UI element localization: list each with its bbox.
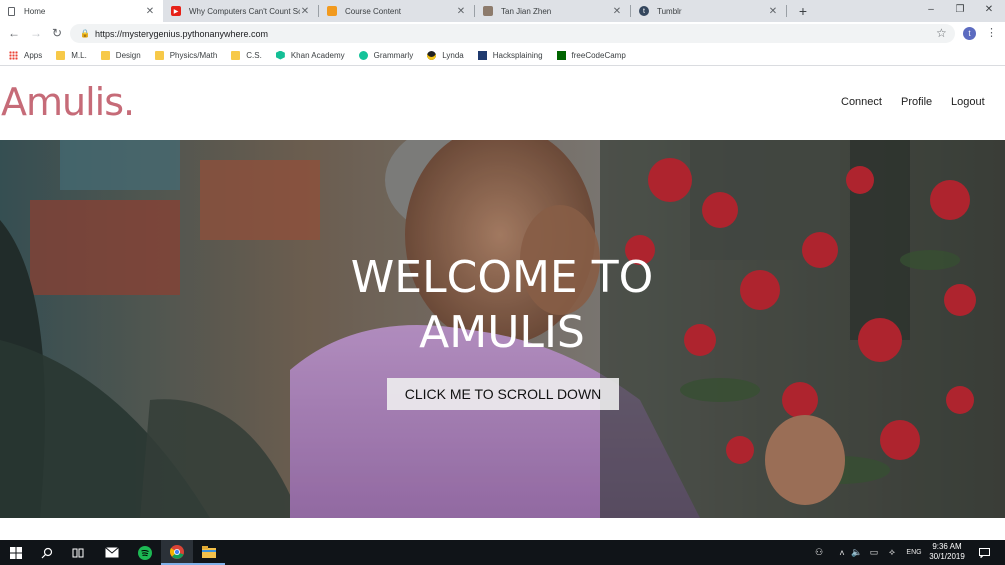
- bookmark-lynda[interactable]: Lynda: [427, 50, 464, 60]
- bookmark-label: Hacksplaining: [492, 50, 543, 60]
- bookmark-label: Physics/Math: [169, 50, 218, 60]
- chrome-icon[interactable]: [161, 540, 193, 565]
- spotify-icon[interactable]: [129, 540, 161, 565]
- tab-youtube[interactable]: ▶ Why Computers Can't Count Sometimes ✕: [163, 0, 318, 22]
- tab-title: Tan Jian Zhen: [501, 6, 552, 16]
- bookmark-label: M.L.: [71, 50, 87, 60]
- task-view-icon[interactable]: [62, 540, 94, 565]
- back-arrow-icon[interactable]: ←: [7, 26, 21, 40]
- minimize-button[interactable]: –: [917, 0, 945, 22]
- page-icon: [8, 6, 15, 16]
- nav-profile[interactable]: Profile: [901, 96, 932, 108]
- bookmark-design[interactable]: Design: [100, 50, 141, 60]
- bookmark-ml[interactable]: M.L.: [56, 50, 87, 60]
- bookmark-freecodecamp[interactable]: freeCodeCamp: [556, 50, 626, 60]
- close-icon[interactable]: ✕: [612, 6, 622, 17]
- address-url: https://mysterygenius.pythonanywhere.com: [94, 28, 269, 39]
- apps-grid-icon: [9, 50, 18, 60]
- bookmark-label: Khan Academy: [290, 50, 345, 60]
- bookmark-physics-math[interactable]: Physics/Math: [154, 50, 218, 60]
- youtube-icon: ▶: [171, 6, 181, 16]
- folder-icon: [56, 50, 66, 60]
- hacksplaining-icon: [477, 50, 487, 60]
- forward-arrow-icon[interactable]: →: [29, 26, 43, 40]
- chevron-up-icon[interactable]: ˄: [836, 540, 848, 565]
- tab-title: Tumblr: [657, 6, 682, 16]
- network-icon[interactable]: ⟡: [885, 540, 899, 565]
- freecodecamp-icon: [556, 50, 566, 60]
- bookmark-label: C.S.: [246, 50, 262, 60]
- system-clock[interactable]: 9:36 AM 30/1/2019: [922, 542, 972, 562]
- menu-kebab-icon[interactable]: ⋮: [986, 25, 997, 41]
- lynda-icon: [427, 50, 437, 60]
- bookmark-star-icon[interactable]: ☆: [936, 26, 947, 40]
- volume-icon[interactable]: 🔈: [850, 540, 864, 565]
- grammarly-icon: [358, 50, 368, 60]
- tab-divider: [786, 5, 787, 17]
- tumblr-icon: t: [639, 6, 649, 16]
- profile-avatar[interactable]: t: [963, 27, 976, 40]
- tab-course-content[interactable]: Course Content ✕: [319, 0, 474, 22]
- scroll-down-button[interactable]: CLICK ME TO SCROLL DOWN: [387, 378, 619, 410]
- folder-icon: [100, 50, 110, 60]
- maximize-button[interactable]: ❐: [946, 0, 974, 22]
- bookmark-label: Grammarly: [373, 50, 414, 60]
- windows-taskbar: ⚇ ˄ 🔈 ▭ ⟡ ENG 9:36 AM 30/1/2019: [0, 540, 1005, 565]
- hero-title: WELCOME TO AMULIS: [350, 252, 654, 358]
- new-tab-button[interactable]: +: [795, 2, 811, 20]
- search-icon[interactable]: [31, 540, 63, 565]
- folder-icon: [154, 50, 164, 60]
- nav-logout[interactable]: Logout: [951, 96, 985, 108]
- window-close-button[interactable]: ✕: [975, 0, 1003, 22]
- tab-title: Course Content: [345, 6, 402, 16]
- lock-icon: 🔒: [80, 29, 90, 38]
- tab-strip: Home ✕ ▶ Why Computers Can't Count Somet…: [0, 0, 1005, 22]
- browser-toolbar: ← → ↻ 🔒 https://mysterygenius.pythonanyw…: [0, 22, 1005, 45]
- bookmark-grammarly[interactable]: Grammarly: [358, 50, 414, 60]
- close-icon[interactable]: ✕: [300, 6, 310, 17]
- bookmark-label: Apps: [24, 50, 43, 60]
- profile-photo-icon: [483, 6, 493, 16]
- clock-date: 30/1/2019: [929, 552, 965, 561]
- close-icon[interactable]: ✕: [456, 6, 466, 17]
- bookmark-khan-academy[interactable]: Khan Academy: [275, 50, 345, 60]
- nav-connect[interactable]: Connect: [841, 96, 882, 108]
- bookmark-apps[interactable]: Apps: [9, 50, 43, 60]
- mail-icon[interactable]: [96, 540, 128, 565]
- reload-icon[interactable]: ↻: [50, 26, 64, 40]
- people-icon[interactable]: ⚇: [812, 540, 826, 565]
- battery-icon[interactable]: ▭: [867, 540, 881, 565]
- hero-banner: WELCOME TO AMULIS CLICK ME TO SCROLL DOW…: [0, 140, 1005, 518]
- bookmark-label: Design: [115, 50, 141, 60]
- bookmark-cs[interactable]: C.S.: [231, 50, 262, 60]
- khan-academy-icon: [275, 50, 285, 60]
- tab-tan-jian-zhen[interactable]: Tan Jian Zhen ✕: [475, 0, 630, 22]
- tab-title: Home: [24, 6, 46, 16]
- course-icon: [327, 6, 337, 16]
- web-page: Amulis. Connect Profile Logout WELCOME T…: [0, 66, 1005, 540]
- tab-home[interactable]: Home ✕: [0, 0, 163, 22]
- folder-icon: [231, 50, 241, 60]
- site-logo[interactable]: Amulis.: [1, 80, 135, 124]
- file-explorer-icon[interactable]: [193, 540, 225, 565]
- bookmark-hacksplaining[interactable]: Hacksplaining: [477, 50, 543, 60]
- bookmark-label: freeCodeCamp: [571, 50, 626, 60]
- tab-title: Why Computers Can't Count Sometimes: [189, 6, 300, 16]
- tab-tumblr[interactable]: t Tumblr ✕: [631, 0, 786, 22]
- bookmark-label: Lynda: [442, 50, 464, 60]
- address-bar[interactable]: 🔒 https://mysterygenius.pythonanywhere.c…: [70, 24, 955, 43]
- clock-time: 9:36 AM: [932, 542, 962, 551]
- close-icon[interactable]: ✕: [768, 6, 778, 17]
- notifications-icon[interactable]: [975, 540, 993, 565]
- bookmarks-bar: Apps M.L. Design Physics/Math C.S. Khan …: [0, 45, 1005, 66]
- windows-start-icon[interactable]: [0, 540, 32, 565]
- close-icon[interactable]: ✕: [145, 6, 155, 17]
